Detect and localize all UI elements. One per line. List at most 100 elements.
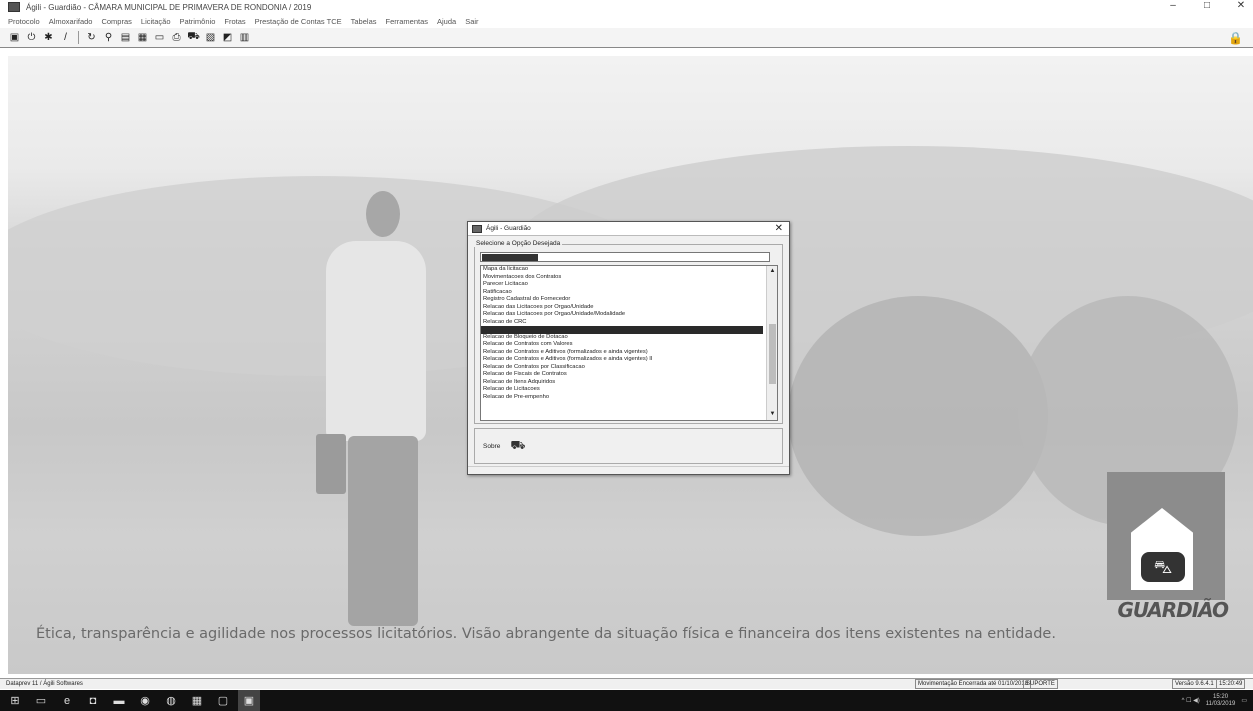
menu-patrimonio[interactable]: Patrimônio [180, 17, 216, 26]
pen-icon[interactable]: / [59, 31, 72, 44]
maximize-button[interactable]: □ [1201, 0, 1213, 11]
option-search-input[interactable] [480, 252, 770, 262]
status-version: Versão 9.6.4.1 [1172, 679, 1217, 689]
clock-date: 11/03/2019 [1205, 700, 1236, 707]
car-icon: ⛍ [1141, 552, 1185, 582]
clock-time: 15:20 [1213, 693, 1229, 700]
list-item[interactable]: Relacao de Contratos com Valores [481, 341, 763, 349]
briefcase [316, 434, 346, 494]
guardiao-logo: ⛍ [1107, 472, 1225, 600]
menu-licitacao[interactable]: Licitação [141, 17, 171, 26]
window-title: Ágili - Guardião - CÂMARA MUNICIPAL DE P… [26, 2, 312, 12]
notification-icon[interactable]: ▭ [1241, 697, 1247, 704]
folder-icon[interactable]: ▬ [108, 690, 130, 711]
car-icon[interactable]: ⛟ [510, 438, 525, 454]
document-arrow-icon[interactable]: ▦ [136, 31, 149, 44]
toolbar-separator [78, 31, 79, 44]
list-item[interactable]: Relacao de Bloqueio de Dotacao [481, 334, 763, 342]
inbox-icon[interactable]: ▭ [153, 31, 166, 44]
hay-bale [788, 296, 1048, 536]
list-scrollbar[interactable]: ▲ ▼ [766, 266, 777, 420]
menu-almoxarifado[interactable]: Almoxarifado [49, 17, 93, 26]
tray-icons[interactable]: ^ ☐ ◀) [1182, 697, 1200, 704]
firefox-icon[interactable]: ◍ [160, 690, 182, 711]
option-list[interactable]: Mapa da licitacao Movimentacoes dos Cont… [480, 265, 778, 421]
form-icon[interactable]: ▣ [8, 31, 21, 44]
search-icon[interactable]: ⚲ [102, 31, 115, 44]
dialog-app-icon [472, 224, 482, 233]
calculator-icon[interactable]: ▥ [238, 31, 251, 44]
tagline: Ética, transparência e agilidade nos pro… [36, 626, 1056, 642]
menu-compras[interactable]: Compras [101, 17, 131, 26]
dialog-title-bar: Ágili - Guardião ✕ [468, 222, 789, 236]
guardiao-taskbar-icon[interactable]: ▣ [238, 690, 260, 711]
system-tray: ^ ☐ ◀) 15:20 11/03/2019 ▭ [1182, 690, 1247, 711]
minimize-button[interactable]: – [1167, 0, 1179, 11]
scroll-down-icon[interactable]: ▼ [767, 410, 777, 419]
list-item[interactable]: Relacao de CRC [481, 319, 763, 327]
power-icon[interactable]: ⏻ [25, 31, 38, 44]
edge-icon[interactable]: e [56, 690, 78, 711]
close-window-button[interactable]: ✕ [1235, 0, 1247, 11]
list-item[interactable]: Relacao de Licitacoes [481, 386, 763, 394]
list-item[interactable]: Mapa da licitacao [481, 266, 763, 274]
window-title-bar: Ágili - Guardião - CÂMARA MUNICIPAL DE P… [0, 0, 1253, 14]
man-figure-legs [348, 436, 418, 626]
status-bar: Dataprev 11 / Ágili Softwares Movimentaç… [0, 678, 1253, 689]
about-label[interactable]: Sobre [483, 443, 500, 450]
start-icon[interactable]: ⊞ [4, 690, 26, 711]
dialog-close-button[interactable]: ✕ [775, 223, 783, 234]
list-item[interactable]: Parecer Licitacao [481, 281, 763, 289]
chrome-icon[interactable]: ◉ [134, 690, 156, 711]
list-item[interactable]: Relacao de Contratos e Aditivos (formali… [481, 349, 763, 357]
scroll-thumb[interactable] [769, 324, 776, 384]
taskbar: ⊞ ▭ e ◘ ▬ ◉ ◍ ▦ ▢ ▣ ^ ☐ ◀) 15:20 11/03/2… [0, 690, 1253, 711]
print-icon[interactable]: ⎙ [170, 31, 183, 44]
refresh-icon[interactable]: ↻ [85, 31, 98, 44]
menu-prestacao-contas[interactable]: Prestação de Contas TCE [255, 17, 342, 26]
list-item-selected[interactable] [481, 326, 763, 334]
list-item[interactable]: Relacao das Licitacoes por Orgao/Unidade [481, 304, 763, 312]
dialog-button-panel: Sobre ⛟ [474, 428, 783, 464]
group-label: Selecione a Opção Desejada [474, 240, 563, 247]
status-company: Dataprev 11 / Ágili Softwares [6, 681, 83, 687]
option-dialog: Ágili - Guardião ✕ Selecione a Opção Des… [467, 221, 790, 475]
menu-ajuda[interactable]: Ajuda [437, 17, 456, 26]
list-item[interactable]: Registro Cadastral do Fornecedor [481, 296, 763, 304]
list-item[interactable]: Relacao de Pre-empenho [481, 394, 763, 402]
list-item[interactable]: Relacao de Itens Adquiridos [481, 379, 763, 387]
toolbar: ▣ ⏻ ✱ / ↻ ⚲ ▤ ▦ ▭ ⎙ ⛟ ▧ ◩ ▥ [0, 28, 1253, 48]
document-icon[interactable]: ▤ [119, 31, 132, 44]
app-icon[interactable]: ▢ [212, 690, 234, 711]
truck-icon[interactable]: ⛟ [187, 31, 200, 44]
search-selected-text [482, 254, 538, 261]
list-item[interactable]: Movimentacoes dos Contratos [481, 274, 763, 282]
status-time: 15:20:49 [1216, 679, 1246, 689]
menu-frotas[interactable]: Frotas [224, 17, 245, 26]
man-figure-head [366, 191, 400, 237]
list-item[interactable]: Relacao das Licitacoes por Orgao/Unidade… [481, 311, 763, 319]
dialog-title: Ágili - Guardião [486, 225, 531, 232]
list-item[interactable]: Relacao de Fiscais de Contratos [481, 371, 763, 379]
store-icon[interactable]: ◘ [82, 690, 104, 711]
tools-icon[interactable]: ✱ [42, 31, 55, 44]
list-item[interactable]: Ratificacao [481, 289, 763, 297]
lock-icon[interactable]: 🔒 [1228, 31, 1243, 45]
menu-protocolo[interactable]: Protocolo [8, 17, 40, 26]
menu-sair[interactable]: Sair [465, 17, 478, 26]
app-icon [8, 2, 20, 12]
list-item[interactable]: Relacao de Contratos por Classificacao [481, 364, 763, 372]
status-user: SUPORTE [1023, 679, 1058, 689]
menu-ferramentas[interactable]: Ferramentas [386, 17, 429, 26]
task-view-icon[interactable]: ▭ [30, 690, 52, 711]
menu-tabelas[interactable]: Tabelas [351, 17, 377, 26]
menu-bar: Protocolo Almoxarifado Compras Licitação… [0, 14, 1253, 28]
report-icon[interactable]: ▧ [204, 31, 217, 44]
clock[interactable]: 15:20 11/03/2019 [1206, 694, 1236, 708]
dialog-bottom-strip [468, 466, 789, 474]
scroll-up-icon[interactable]: ▲ [767, 267, 777, 276]
logo-text: GUARDIÃO [1117, 598, 1229, 622]
app-icon[interactable]: ▦ [186, 690, 208, 711]
list-item[interactable]: Relacao de Contratos e Aditivos (formali… [481, 356, 763, 364]
chart-icon[interactable]: ◩ [221, 31, 234, 44]
